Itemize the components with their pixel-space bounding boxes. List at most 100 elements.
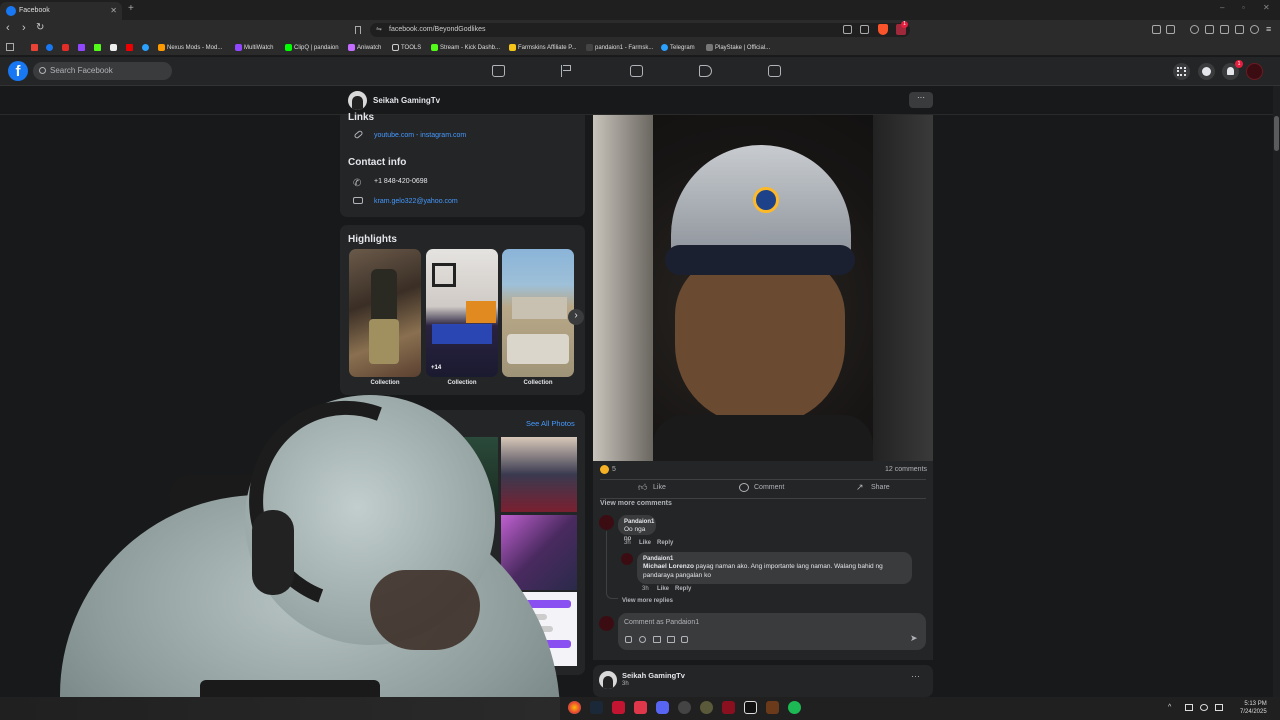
tray-icon[interactable]	[1185, 704, 1193, 711]
bookmark-kick-dashboard[interactable]: Stream - Kick Dashb...	[431, 42, 500, 54]
menu-icon[interactable]: ≡	[1266, 24, 1271, 34]
bookmark-playstake[interactable]: PlayStake | Official...	[706, 42, 770, 54]
scrollbar-thumb[interactable]	[1274, 116, 1279, 151]
extensions-icon[interactable]	[1152, 25, 1161, 34]
chrome-taskbar-icon[interactable]	[568, 701, 581, 714]
taskbar-clock[interactable]: 5:13 PM 7/24/2025	[1240, 700, 1267, 716]
profile-avatar[interactable]	[348, 91, 367, 110]
browser-tab[interactable]: Facebook ✕	[0, 2, 122, 20]
reaction-count[interactable]: 5	[612, 466, 616, 473]
emoji-icon[interactable]	[639, 636, 646, 643]
bookmark-farmskins[interactable]: pandaion1 - Farmsk...	[586, 42, 653, 54]
view-more-replies-link[interactable]: View more replies	[622, 598, 673, 604]
spotify-taskbar-icon[interactable]	[788, 701, 801, 714]
app2-taskbar-icon[interactable]	[700, 701, 713, 714]
tiktok-bookmark-icon[interactable]	[110, 44, 117, 51]
bookmark-tools-folder[interactable]: TOOLS	[392, 42, 421, 54]
bookmark-multiwatch[interactable]: MultiWatch	[235, 42, 273, 54]
highlights-next-button[interactable]: ›	[568, 309, 584, 325]
youtube-bookmark-icon[interactable]	[62, 44, 69, 51]
comment-reply-link[interactable]: Reply	[657, 540, 673, 546]
highlight-item[interactable]	[502, 249, 574, 377]
cast-icon[interactable]	[843, 25, 852, 34]
comment-count[interactable]: 12 comments	[885, 466, 927, 473]
reload-icon[interactable]: ↻	[36, 22, 44, 33]
page-scrollbar[interactable]	[1273, 86, 1280, 697]
new-tab-icon[interactable]: +	[128, 3, 134, 14]
tray-chevron-icon[interactable]: ^	[1168, 704, 1171, 711]
haha-reaction-icon[interactable]	[600, 465, 609, 474]
bookmark-nexus-mods[interactable]: Nexus Mods - Mod...	[158, 42, 222, 54]
like-button[interactable]: 👍︎ Like	[638, 482, 708, 496]
account-avatar[interactable]	[1246, 63, 1263, 80]
links-text[interactable]: youtube.com - instagram.com	[374, 132, 466, 139]
close-tab-icon[interactable]: ✕	[110, 2, 117, 20]
gmail-icon[interactable]	[31, 44, 38, 51]
bookmark-icon[interactable]	[355, 26, 361, 34]
kick-bookmark-icon[interactable]	[94, 44, 101, 51]
comment-like-link[interactable]: Like	[639, 540, 651, 546]
highlight-item[interactable]	[349, 249, 421, 377]
insights-icon[interactable]	[630, 65, 643, 77]
shield-icon[interactable]	[1250, 25, 1259, 34]
twitch-bookmark-icon[interactable]	[78, 44, 85, 51]
volume-icon[interactable]	[1215, 704, 1223, 711]
red-bookmark-icon[interactable]	[126, 44, 133, 51]
close-window-icon[interactable]: ✕	[1263, 3, 1270, 12]
app-taskbar-icon[interactable]	[612, 701, 625, 714]
vpn-icon[interactable]	[1235, 25, 1244, 34]
github-taskbar-icon[interactable]	[678, 701, 691, 714]
reply-reply-link[interactable]: Reply	[675, 586, 691, 592]
sticker-icon[interactable]	[681, 636, 688, 643]
brave-shield-icon[interactable]	[878, 24, 888, 35]
wallet-icon[interactable]	[1220, 25, 1229, 34]
forward-icon[interactable]: ›	[22, 22, 26, 34]
brave-taskbar-icon[interactable]	[634, 701, 647, 714]
reading-icon[interactable]	[1166, 25, 1175, 34]
maximize-icon[interactable]: ▫	[1242, 3, 1245, 12]
bookmark-telegram[interactable]: Telegram	[661, 42, 695, 54]
steam-taskbar-icon[interactable]	[590, 701, 603, 714]
apps-grid-icon[interactable]	[6, 43, 14, 51]
email-address[interactable]: kram.gelo322@yahoo.com	[374, 198, 458, 205]
profile-name[interactable]: Seikah GamingTv	[373, 96, 440, 105]
home-icon[interactable]	[492, 65, 505, 77]
commenter-avatar[interactable]	[599, 515, 614, 530]
next-post-avatar[interactable]	[599, 671, 617, 689]
comment-input[interactable]: Comment as Pandaion1 ➤	[618, 613, 926, 650]
comment-button[interactable]: Comment	[739, 482, 809, 496]
share-button[interactable]: ↗ Share	[856, 482, 916, 496]
avatar-sticker-icon[interactable]	[625, 636, 632, 643]
more-options-button[interactable]: ···	[909, 92, 933, 108]
bookmark-clipq[interactable]: ClipQ | pandaion	[285, 42, 339, 54]
media-icon[interactable]	[1190, 25, 1199, 34]
post-image[interactable]	[593, 115, 933, 461]
wifi-icon[interactable]	[1200, 704, 1208, 711]
camera-icon[interactable]	[653, 636, 661, 643]
back-icon[interactable]: ‹	[6, 22, 10, 34]
site-info-icon[interactable]: ⇋	[376, 23, 382, 37]
bookmark-farmskins-affiliate[interactable]: Farmskins Affiliate P...	[509, 42, 576, 54]
minimize-icon[interactable]: –	[1220, 3, 1224, 12]
view-more-comments-link[interactable]: View more comments	[600, 500, 672, 507]
next-post-more-icon[interactable]: ···	[911, 671, 920, 681]
ads-megaphone-icon[interactable]	[699, 65, 712, 77]
gif-icon[interactable]	[667, 636, 675, 643]
next-post-author[interactable]: Seikah GamingTv	[622, 671, 685, 680]
blue-bookmark-icon[interactable]	[142, 44, 149, 51]
send-icon[interactable]: ➤	[910, 633, 918, 644]
highlight-item[interactable]: +14	[426, 249, 498, 377]
messenger-button[interactable]	[1198, 63, 1215, 80]
facebook-logo-icon[interactable]: f	[8, 61, 28, 81]
sidebar-icon[interactable]	[1205, 25, 1214, 34]
menu-button[interactable]	[1173, 63, 1190, 80]
bookmark-aniwatch[interactable]: Aniwatch	[348, 42, 381, 54]
facebook-bookmark-icon[interactable]	[46, 44, 53, 51]
reply-mention[interactable]: Michael Lorenzo	[643, 563, 694, 570]
share-icon[interactable]	[860, 25, 869, 34]
discord-taskbar-icon[interactable]	[656, 701, 669, 714]
search-input[interactable]: Search Facebook	[33, 62, 172, 80]
app4-taskbar-icon[interactable]	[766, 701, 779, 714]
reply-like-link[interactable]: Like	[657, 586, 669, 592]
streamlabs-taskbar-icon[interactable]	[744, 701, 757, 714]
